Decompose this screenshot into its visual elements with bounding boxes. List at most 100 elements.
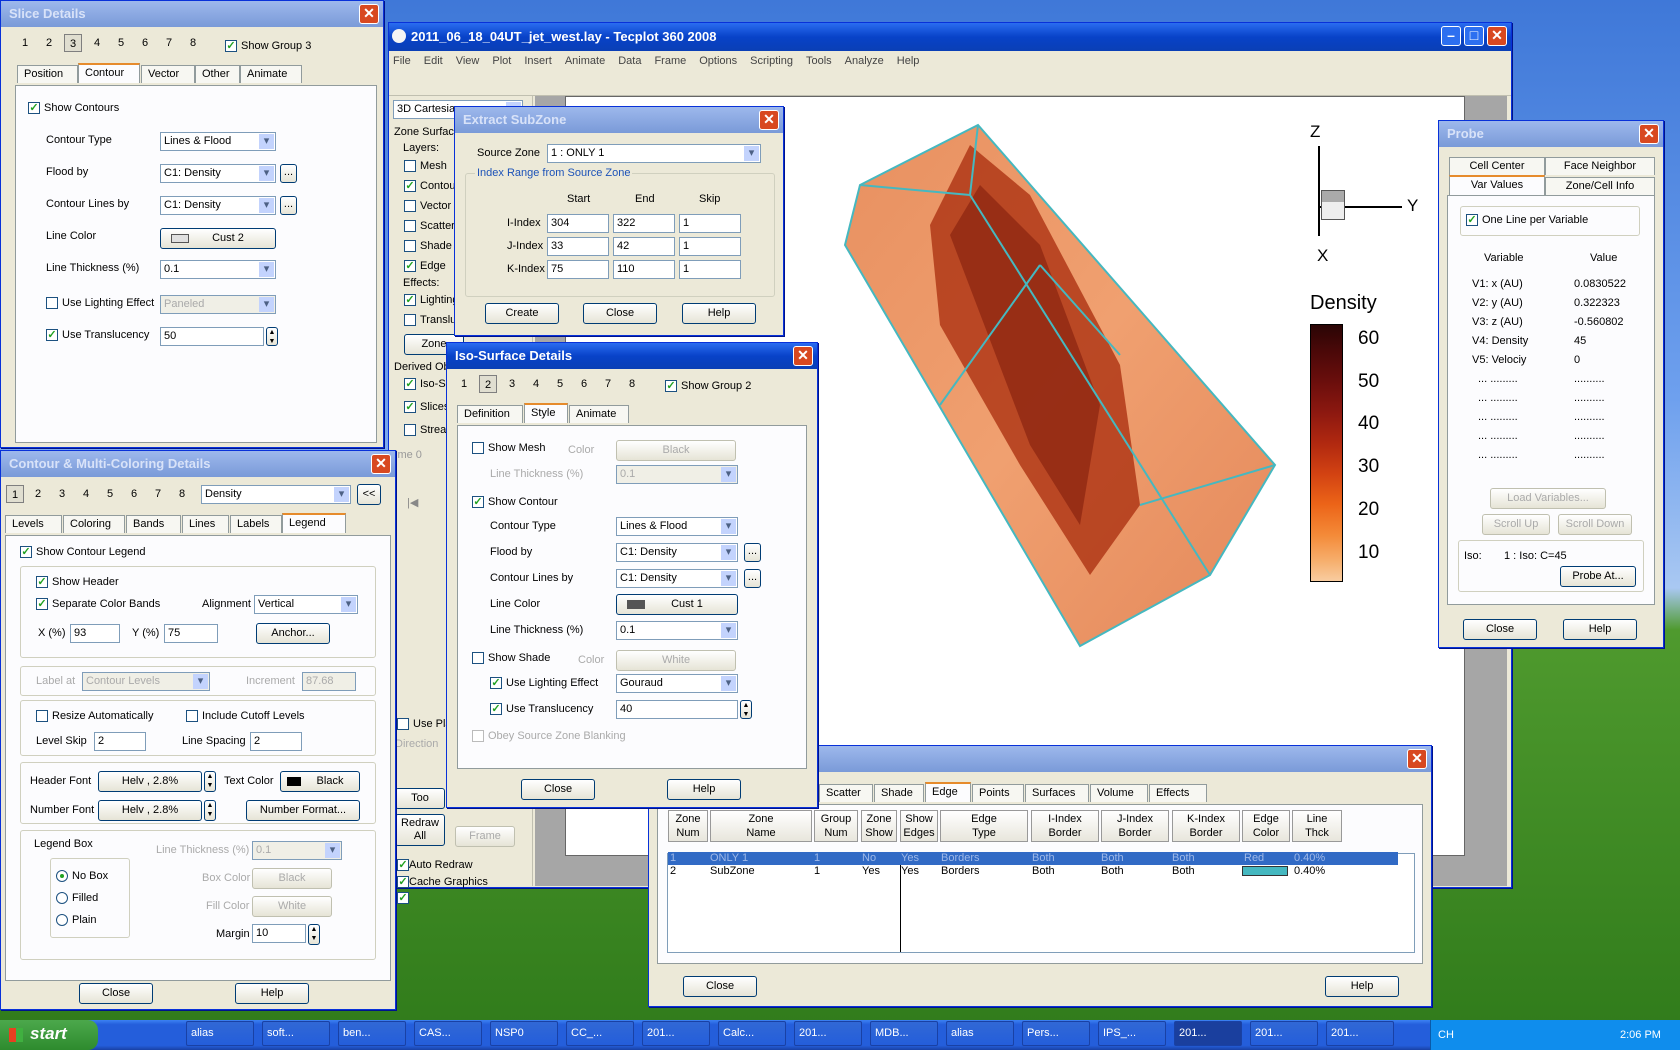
- label-at-select[interactable]: Contour Levels: [82, 672, 210, 691]
- plot-approximations-checkbox[interactable]: ✓: [397, 892, 409, 904]
- scroll-up-button[interactable]: Scroll Up: [1482, 514, 1550, 535]
- show-legend-checkbox[interactable]: ✓: [20, 546, 32, 558]
- help-button[interactable]: Help: [667, 779, 741, 800]
- scroll-down-button[interactable]: Scroll Down: [1558, 514, 1632, 535]
- group-7[interactable]: 7: [149, 485, 167, 503]
- group-5[interactable]: 5: [112, 34, 130, 52]
- lighting-effect-checkbox[interactable]: ✓: [490, 677, 502, 689]
- text-color-button[interactable]: Black: [280, 771, 360, 792]
- i-end-input[interactable]: 322: [613, 214, 675, 233]
- tab-position[interactable]: Position: [17, 65, 78, 83]
- contour-type-select[interactable]: Lines & Flood: [616, 517, 738, 536]
- tab-lines[interactable]: Lines: [182, 515, 229, 533]
- slices-checkbox[interactable]: ✓: [404, 401, 416, 413]
- scatter-checkbox[interactable]: [404, 220, 416, 232]
- one-line-checkbox[interactable]: ✓: [1466, 214, 1478, 226]
- minimize-icon[interactable]: –: [1441, 26, 1461, 46]
- resize-auto-checkbox[interactable]: [36, 710, 48, 722]
- taskbar-item[interactable]: 201...: [1326, 1021, 1394, 1046]
- taskbar-item[interactable]: 201...: [642, 1021, 710, 1046]
- shade-color-button[interactable]: White: [616, 650, 736, 671]
- group-4[interactable]: 4: [77, 485, 95, 503]
- show-header-checkbox[interactable]: ✓: [36, 576, 48, 588]
- taskbar-item[interactable]: alias: [186, 1021, 254, 1046]
- close-icon[interactable]: ✕: [1407, 749, 1427, 769]
- tab-bands[interactable]: Bands: [126, 515, 181, 533]
- header-font-button[interactable]: Helv , 2.8%: [98, 771, 202, 792]
- taskbar-item[interactable]: MDB...: [870, 1021, 938, 1046]
- mesh-checkbox[interactable]: [404, 160, 416, 172]
- show-mesh-checkbox[interactable]: [472, 442, 484, 454]
- maximize-icon[interactable]: □: [1464, 26, 1484, 46]
- start-button[interactable]: start: [0, 1020, 98, 1050]
- tab-effects[interactable]: Effects: [1149, 784, 1207, 802]
- taskbar-item[interactable]: 201...: [1250, 1021, 1318, 1046]
- number-font-spinner[interactable]: ▲ ▼: [204, 800, 216, 821]
- i-skip-input[interactable]: 1: [679, 214, 741, 233]
- language-indicator[interactable]: CH: [1438, 1029, 1454, 1041]
- menu-data[interactable]: Data: [618, 55, 641, 70]
- filled-radio[interactable]: [56, 892, 68, 904]
- menu-edit[interactable]: Edit: [424, 55, 443, 70]
- auto-redraw-checkbox[interactable]: ✓: [397, 859, 409, 871]
- translucency-spinner[interactable]: ▲ ▼: [266, 327, 278, 346]
- i-start-input[interactable]: 304: [547, 214, 609, 233]
- tab-definition[interactable]: Definition: [457, 405, 523, 423]
- show-group-checkbox[interactable]: ✓: [225, 40, 237, 52]
- header-zone-name[interactable]: Zone Name: [710, 810, 812, 842]
- group-6[interactable]: 6: [136, 34, 154, 52]
- number-format-button[interactable]: Number Format...: [246, 800, 360, 821]
- group-3[interactable]: 3: [53, 485, 71, 503]
- menu-plot[interactable]: Plot: [492, 55, 511, 70]
- use-plane-checkbox[interactable]: [397, 718, 409, 730]
- show-contour-checkbox[interactable]: ✓: [472, 496, 484, 508]
- increment-input[interactable]: 87.68: [302, 672, 356, 691]
- line-thickness-select[interactable]: 0.1: [616, 621, 738, 640]
- group-8[interactable]: 8: [623, 375, 641, 393]
- iso-titlebar[interactable]: Iso-Surface Details ✕: [447, 343, 817, 369]
- frame-button[interactable]: Frame: [455, 826, 515, 847]
- close-icon[interactable]: ✕: [759, 110, 779, 130]
- menu-view[interactable]: View: [456, 55, 480, 70]
- close-icon[interactable]: ✕: [371, 454, 391, 474]
- box-color-button[interactable]: Black: [252, 868, 332, 889]
- tab-animate[interactable]: Animate: [569, 405, 629, 423]
- extract-titlebar[interactable]: Extract SubZone ✕: [455, 107, 783, 133]
- close-icon[interactable]: ✕: [1639, 124, 1659, 144]
- close-button[interactable]: Close: [683, 976, 757, 997]
- edge-checkbox[interactable]: ✓: [404, 260, 416, 272]
- header-zone-num[interactable]: Zone Num: [668, 810, 708, 842]
- header-font-spinner[interactable]: ▲ ▼: [204, 771, 216, 792]
- k-skip-input[interactable]: 1: [679, 260, 741, 279]
- j-start-input[interactable]: 33: [547, 237, 609, 256]
- tab-legend[interactable]: Legend: [282, 513, 346, 533]
- header-j-border[interactable]: J-Index Border: [1101, 810, 1169, 842]
- line-color-button[interactable]: Cust 2: [160, 228, 276, 249]
- tab-shade[interactable]: Shade: [874, 784, 924, 802]
- menu-tools[interactable]: Tools: [806, 55, 832, 70]
- group-1[interactable]: 1: [455, 375, 473, 393]
- close-icon[interactable]: ✕: [793, 346, 813, 366]
- translucency-checkbox[interactable]: [404, 314, 416, 326]
- help-button[interactable]: Help: [235, 983, 309, 1004]
- help-button[interactable]: Help: [1563, 619, 1637, 640]
- header-k-border[interactable]: K-Index Border: [1172, 810, 1240, 842]
- tab-levels[interactable]: Levels: [5, 515, 62, 533]
- group-2[interactable]: 2: [40, 34, 58, 52]
- taskbar-item[interactable]: NSP0: [490, 1021, 558, 1046]
- no-box-radio[interactable]: [56, 870, 68, 882]
- header-edge-type[interactable]: Edge Type: [940, 810, 1028, 842]
- menu-help[interactable]: Help: [897, 55, 920, 70]
- translucency-input[interactable]: 40: [616, 700, 738, 719]
- plain-radio[interactable]: [56, 914, 68, 926]
- tab-labels[interactable]: Labels: [230, 515, 282, 533]
- tab-coloring[interactable]: Coloring: [63, 515, 125, 533]
- close-icon[interactable]: ✕: [1487, 26, 1507, 46]
- load-variables-button[interactable]: Load Variables...: [1490, 488, 1606, 509]
- k-end-input[interactable]: 110: [613, 260, 675, 279]
- contour-lines-select[interactable]: C1: Density: [160, 196, 276, 215]
- tools-button[interactable]: Too: [395, 788, 445, 809]
- close-icon[interactable]: ✕: [359, 4, 379, 24]
- group-4[interactable]: 4: [88, 34, 106, 52]
- header-edge-color[interactable]: Edge Color: [1242, 810, 1290, 842]
